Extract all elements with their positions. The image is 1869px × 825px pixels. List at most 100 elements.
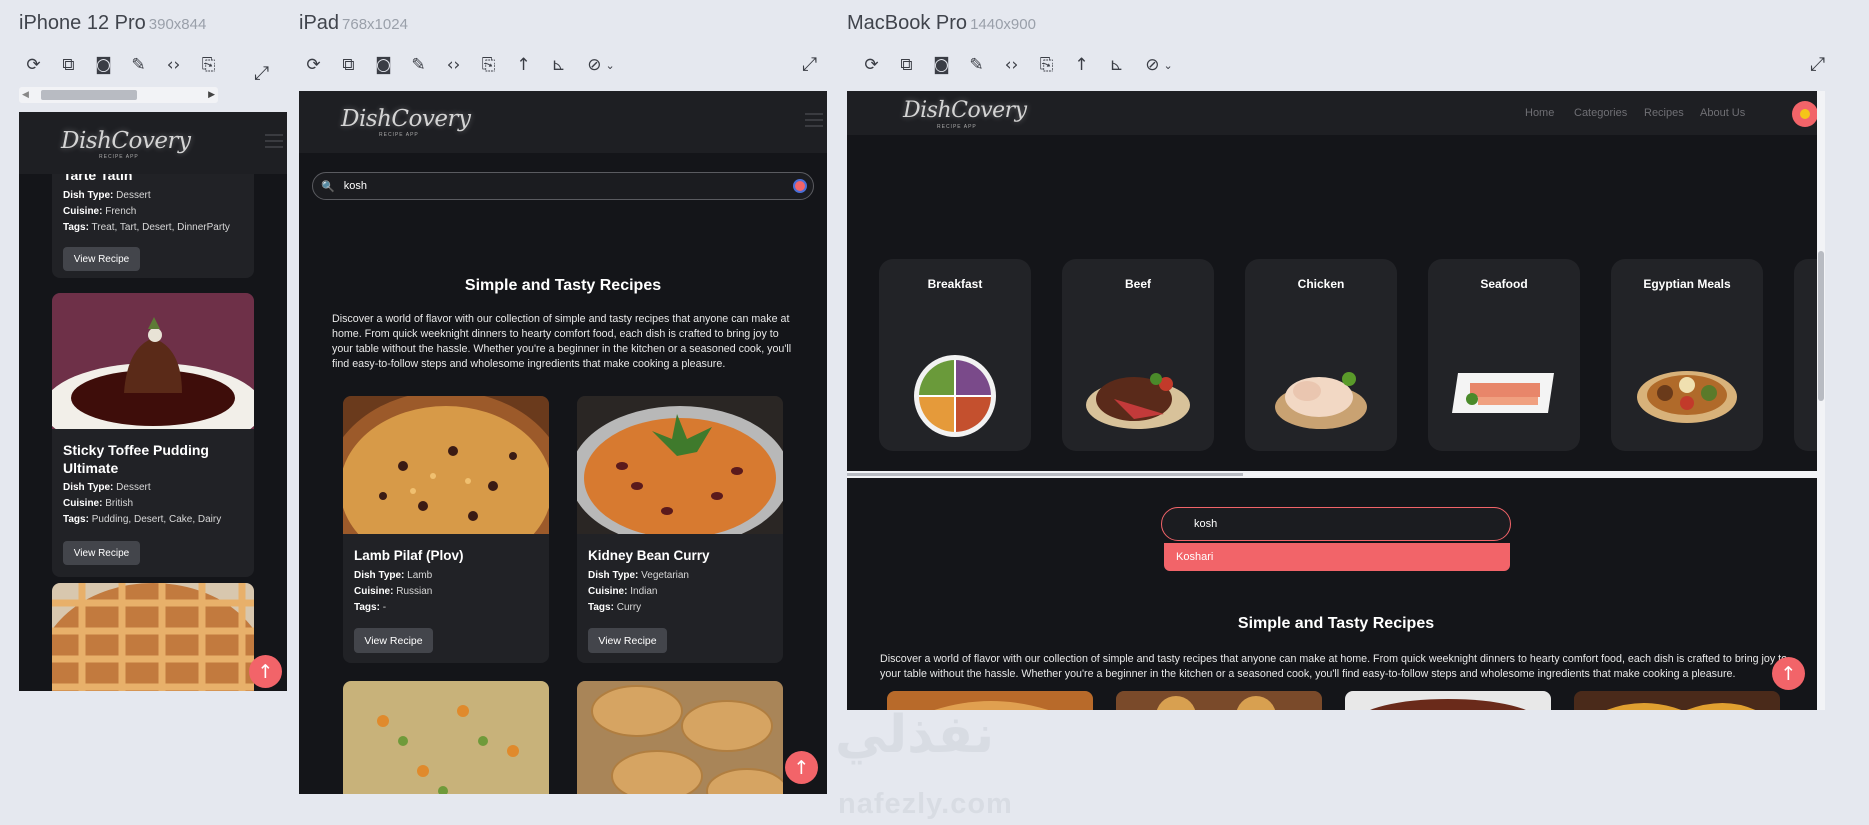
section-title: Simple and Tasty Recipes	[847, 525, 1825, 632]
label: Dish Type:	[354, 570, 405, 581]
device-size: 768x1024	[342, 16, 408, 33]
nav-about-us[interactable]: About Us	[1700, 107, 1745, 119]
vertical-scrollbar[interactable]	[1817, 91, 1825, 710]
screenshot-full-icon[interactable]: ⧉	[331, 52, 366, 78]
recipe-card: Lamb Pilaf (Plov) Dish Type: Lamb Cuisin…	[343, 396, 549, 663]
scroll-top-button[interactable]: ↑	[1772, 657, 1805, 690]
eyedropper-icon[interactable]: ✎	[959, 52, 994, 78]
scroll-right-icon[interactable]: ▶	[208, 89, 215, 100]
logo[interactable]: DishCovery	[341, 106, 471, 132]
category-card-seafood[interactable]: Seafood	[1428, 259, 1580, 451]
category-scrollbar[interactable]	[847, 471, 1825, 478]
label: Cuisine:	[63, 498, 103, 509]
value: Curry	[616, 602, 642, 613]
recipe-card	[577, 681, 783, 794]
fullscreen-icon[interactable]: ⤢	[254, 62, 269, 84]
ruler-icon[interactable]: ⊾	[541, 52, 576, 78]
recipe-card	[1345, 691, 1551, 710]
search-input[interactable]: 🔍 kosh	[312, 172, 814, 200]
reload-icon[interactable]: ⟳	[854, 52, 889, 78]
scrollbar-thumb[interactable]	[847, 473, 1243, 476]
eyedropper-icon[interactable]: ✎	[121, 52, 156, 78]
logo-tagline: RECIPE APP	[937, 124, 977, 130]
reload-icon[interactable]: ⟳	[16, 52, 51, 78]
code-icon[interactable]: ‹›	[156, 52, 191, 78]
scroll-left-icon[interactable]: ◀	[22, 89, 29, 100]
nav-categories[interactable]: Categories	[1574, 107, 1627, 119]
code-icon[interactable]: ‹›	[436, 52, 471, 78]
clear-search-icon[interactable]	[793, 179, 807, 193]
value: Vegetarian	[641, 570, 689, 581]
view-recipe-button[interactable]: View Recipe	[354, 628, 433, 653]
search-icon: 🔍	[321, 180, 335, 193]
scrollbar-thumb[interactable]	[41, 90, 137, 100]
screenshot-full-icon[interactable]: ⧉	[51, 52, 86, 78]
device-name: MacBook Pro	[847, 12, 968, 34]
recipe-image	[1116, 691, 1322, 710]
logo-tagline: RECIPE APP	[99, 154, 139, 160]
recipe-meta: Dish Type: Lamb Cuisine: Russian Tags: -	[354, 568, 432, 616]
recipe-card: Tarte Tatin Dish Type: Dessert Cuisine: …	[52, 162, 254, 278]
recipe-image	[343, 396, 549, 534]
logo[interactable]: DishCovery	[903, 98, 1027, 123]
category-image	[1275, 372, 1367, 429]
recipe-title: Sticky Toffee Pudding Ultimate	[63, 442, 209, 476]
view-recipe-button[interactable]: View Recipe	[588, 628, 667, 653]
camera-icon[interactable]: ◙	[366, 52, 401, 78]
logo[interactable]: DishCovery	[61, 128, 191, 154]
rotate-icon[interactable]: ⎘	[191, 52, 226, 78]
menu-icon[interactable]	[805, 113, 823, 131]
value: British	[105, 498, 134, 509]
label: Dish Type:	[63, 482, 114, 493]
navbar: DishCovery RECIPE APP	[19, 112, 287, 174]
ipad-toolbar: ⟳ ⧉ ◙ ✎ ‹› ⎘ ↑ ⊾ ⊘ ⌄	[296, 52, 626, 78]
hide-icon[interactable]: ⊘ ⌄	[576, 52, 626, 78]
device-name: iPhone 12 Pro	[19, 12, 146, 34]
ipad-viewport: DishCovery RECIPE APP 🔍 kosh Simple and …	[299, 91, 827, 794]
category-card-egyptian-meals[interactable]: Egyptian Meals	[1611, 259, 1763, 451]
nav-home[interactable]: Home	[1525, 107, 1554, 119]
scrollbar-thumb[interactable]	[1818, 251, 1824, 401]
camera-icon[interactable]: ◙	[924, 52, 959, 78]
ruler-icon[interactable]: ⊾	[1099, 52, 1134, 78]
watermark-arabic: نفذلي	[835, 705, 995, 765]
recipe-card	[343, 681, 549, 794]
scroll-up-icon[interactable]: ↑	[1064, 52, 1099, 78]
value: French	[105, 206, 137, 217]
screenshot-full-icon[interactable]: ⧉	[889, 52, 924, 78]
device-title-iphone: iPhone 12 Pro 390x844	[19, 12, 206, 35]
scroll-top-button[interactable]: ↑	[249, 655, 282, 688]
value: Dessert	[116, 190, 151, 201]
category-title: Beef	[1124, 277, 1151, 291]
eyedropper-icon[interactable]: ✎	[401, 52, 436, 78]
value: Russian	[396, 586, 433, 597]
view-recipe-button[interactable]: View Recipe	[63, 541, 140, 565]
scroll-top-button[interactable]: ↑	[785, 751, 818, 784]
fullscreen-icon[interactable]: ⤢	[802, 53, 817, 75]
search-suggestion[interactable]: Koshari	[1164, 543, 1510, 571]
category-card-breakfast[interactable]: Breakfast	[879, 259, 1031, 451]
recipe-image	[577, 396, 783, 534]
code-icon[interactable]: ‹›	[994, 52, 1029, 78]
reload-icon[interactable]: ⟳	[296, 52, 331, 78]
fullscreen-icon[interactable]: ⤢	[1810, 53, 1825, 75]
view-recipe-button[interactable]: View Recipe	[63, 247, 140, 271]
recipe-image	[1345, 691, 1551, 710]
scroll-up-icon[interactable]: ↑	[506, 52, 541, 78]
camera-icon[interactable]: ◙	[86, 52, 121, 78]
value: Pudding, Desert, Cake, Dairy	[91, 514, 222, 525]
value: Treat, Tart, Desert, DinnerParty	[91, 222, 230, 233]
menu-icon[interactable]	[265, 134, 283, 152]
rotate-icon[interactable]: ⎘	[1029, 52, 1064, 78]
hide-icon[interactable]: ⊘ ⌄	[1134, 52, 1184, 78]
navbar: DishCovery RECIPE APP Home Categories Re…	[847, 91, 1825, 135]
category-card-beef[interactable]: Beef	[1062, 259, 1214, 451]
category-card-chicken[interactable]: Chicken	[1245, 259, 1397, 451]
theme-toggle[interactable]	[1792, 101, 1818, 127]
label: Tags:	[588, 602, 614, 613]
horizontal-scrollbar[interactable]: ◀ ▶	[19, 87, 218, 103]
recipe-card	[1574, 691, 1780, 710]
category-image	[914, 355, 996, 437]
nav-recipes[interactable]: Recipes	[1644, 107, 1684, 119]
rotate-icon[interactable]: ⎘	[471, 52, 506, 78]
